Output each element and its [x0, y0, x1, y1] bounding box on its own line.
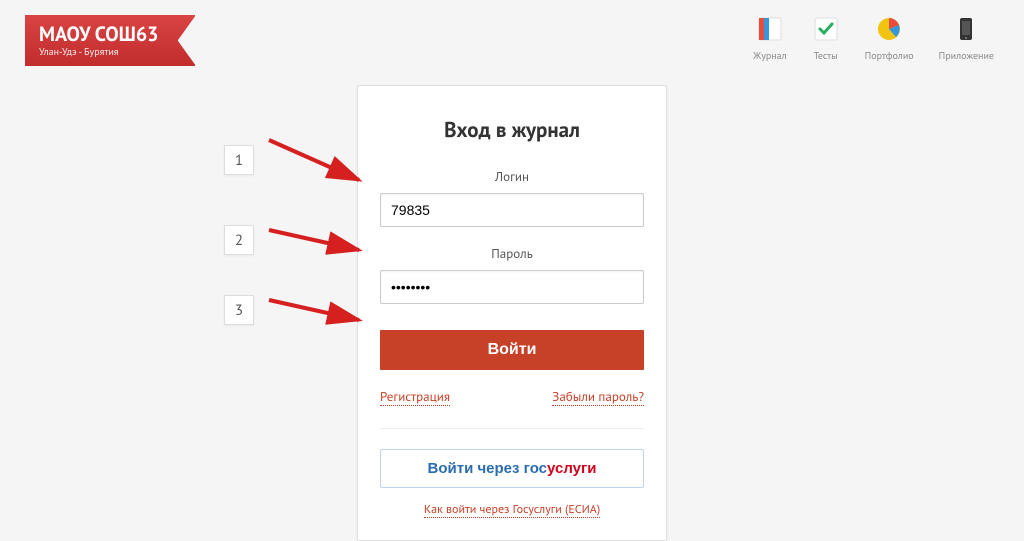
- tests-icon: [812, 15, 840, 43]
- gos-prefix: Войти через: [428, 460, 524, 477]
- portfolio-icon: [875, 15, 903, 43]
- login-submit-button[interactable]: Войти: [380, 330, 644, 370]
- nav-tests-label: Тесты: [814, 49, 838, 62]
- gos-text-red: услуги: [547, 460, 596, 477]
- login-input[interactable]: [380, 193, 644, 227]
- login-card: Вход в журнал Логин Пароль Войти Регистр…: [357, 85, 667, 541]
- app-icon: [952, 15, 980, 43]
- annotation-3: 3: [224, 290, 364, 330]
- arrow-icon: [264, 290, 364, 330]
- esia-help-link[interactable]: Как войти через Госуслуги (ЕСИА): [424, 502, 600, 518]
- login-label: Логин: [380, 168, 644, 185]
- nav-tests[interactable]: Тесты: [812, 15, 840, 62]
- forgot-password-link[interactable]: Забыли пароль?: [552, 388, 644, 406]
- password-input[interactable]: [380, 270, 644, 304]
- arrow-icon: [264, 130, 364, 190]
- nav-portfolio-label: Портфолио: [865, 49, 914, 62]
- login-title: Вход в журнал: [380, 116, 644, 143]
- arrow-icon: [264, 220, 364, 260]
- school-subtitle: Улан-Удэ - Бурятия: [39, 45, 165, 58]
- nav-app-label: Приложение: [939, 49, 994, 62]
- top-nav: Журнал Тесты Портфолио: [753, 15, 994, 62]
- school-flag: МАОУ СОШ63 Улан-Удэ - Бурятия: [25, 15, 195, 66]
- register-link[interactable]: Регистрация: [380, 388, 450, 406]
- annotation-3-number: 3: [224, 295, 254, 325]
- nav-app[interactable]: Приложение: [939, 15, 994, 62]
- annotation-1-number: 1: [224, 145, 254, 175]
- password-label: Пароль: [380, 245, 644, 262]
- journal-icon: [756, 15, 784, 43]
- annotation-1: 1: [224, 130, 364, 190]
- nav-journal-label: Журнал: [753, 49, 787, 62]
- gosuslugi-button[interactable]: Войти через госуслуги: [380, 449, 644, 488]
- gos-text-blue: гос: [524, 460, 547, 477]
- nav-journal[interactable]: Журнал: [753, 15, 787, 62]
- annotation-2: 2: [224, 220, 364, 260]
- nav-portfolio[interactable]: Портфолио: [865, 15, 914, 62]
- annotation-2-number: 2: [224, 225, 254, 255]
- school-title: МАОУ СОШ63: [39, 23, 165, 45]
